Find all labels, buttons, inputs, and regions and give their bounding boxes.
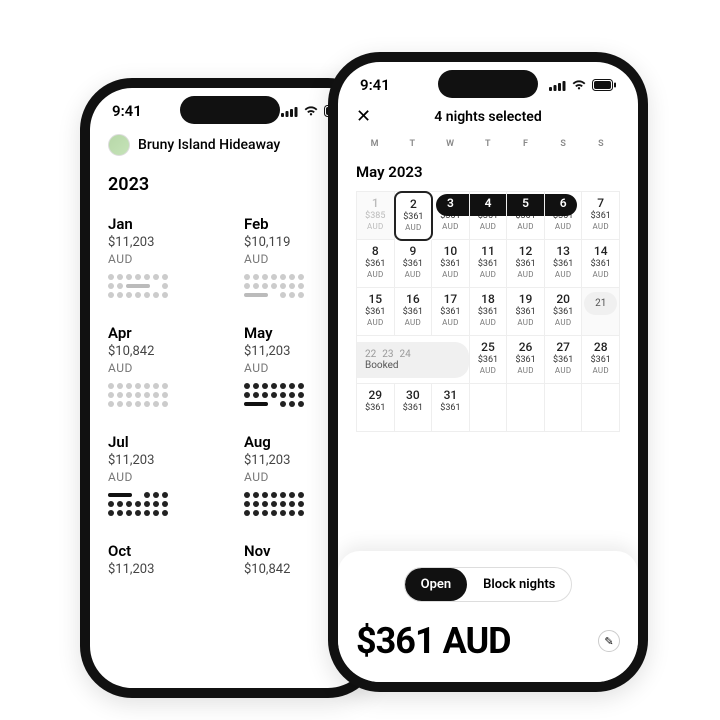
day-cell[interactable]: 29$361 [357,384,395,432]
day-cell [470,384,508,432]
day-cell[interactable]: 18$361AUD [470,288,508,336]
status-indicators [549,79,616,91]
day-cell[interactable]: 27$361AUD [545,336,583,384]
month-name: Oct [108,542,216,560]
booked-span[interactable]: 222324Booked [357,336,470,384]
month-cell[interactable]: Jul $11,203 AUD [108,433,216,516]
day-cell[interactable]: 12$361AUD [507,240,545,288]
day-cell[interactable]: 14$361AUD [582,240,620,288]
day-of-week-row: M T W T F S S [356,135,620,157]
listing-header[interactable]: Bruny Island Hideaway [108,120,352,174]
day-cell-selected[interactable]: 6$361AUD [545,192,583,240]
months-grid: Jan $11,203 AUD Feb $10,119 AUD [108,215,352,577]
open-button[interactable]: Open [405,568,468,601]
block-nights-button[interactable]: Block nights [467,568,571,601]
listing-avatar [108,134,130,156]
dow: T [469,139,507,149]
day-cell[interactable]: 7$361AUD [582,192,620,240]
day-cell[interactable]: 10$361AUD [432,240,470,288]
pencil-icon[interactable]: ✎ [598,630,620,652]
month-name: Jul [108,433,216,451]
dynamic-island [180,96,280,124]
day-cell[interactable]: 15$361AUD [357,288,395,336]
day-pill: 21 [584,292,617,315]
status-time: 9:41 [112,102,142,120]
month-mini-cal [108,492,216,516]
day-cell[interactable]: 1$385AUD [357,192,395,240]
calendar-grid: 1$385AUD 2$361AUD 3$361AUD 4$361AUD 5$36… [356,191,620,432]
day-cell-selected[interactable]: 3$361AUD [432,192,470,240]
day-cell-selected[interactable]: 4$361AUD [470,192,508,240]
price-amount: $361 AUD [356,620,511,662]
day-cell[interactable]: 19$361AUD [507,288,545,336]
day-cell[interactable]: 20$361AUD [545,288,583,336]
dow: S [545,139,583,149]
cellular-icon [549,80,566,91]
wifi-icon [571,80,587,91]
availability-toggle: Open Block nights [404,567,573,602]
price-row: $361 AUD ✎ [356,620,620,662]
day-cell[interactable]: 8$361AUD [357,240,395,288]
month-cell[interactable]: Jan $11,203 AUD [108,215,216,298]
day-cell[interactable]: 9$361AUD [395,240,433,288]
day-cell[interactable]: 26$361AUD [507,336,545,384]
day-cell[interactable]: 2$361AUD [394,191,434,241]
month-amount: $11,203 [108,562,216,577]
dow: W [431,139,469,149]
month-cell[interactable]: Apr $10,842 AUD [108,324,216,407]
month-name: Apr [108,324,216,342]
dynamic-island [438,70,538,98]
day-cell [582,384,620,432]
month-currency: AUD [108,252,216,266]
day-cell[interactable]: 31$361 [432,384,470,432]
dow: M [356,139,394,149]
day-cell[interactable]: 13$361AUD [545,240,583,288]
month-amount: $11,203 [108,235,216,250]
year-heading: 2023 [108,174,352,195]
price-sheet: Open Block nights $361 AUD ✎ [338,551,638,682]
month-currency: AUD [108,470,216,484]
wifi-icon [303,106,319,117]
dow: T [394,139,432,149]
day-cell [545,384,583,432]
battery-icon [592,79,616,91]
month-mini-cal [108,383,216,407]
month-amount: $10,842 [108,344,216,359]
cellular-icon [281,106,298,117]
status-time: 9:41 [360,76,390,94]
calendar-header: ✕ 4 nights selected [356,94,620,135]
day-cell[interactable]: 30$361 [395,384,433,432]
dow: S [582,139,620,149]
day-cell[interactable]: 16$361AUD [395,288,433,336]
day-cell[interactable]: 28$361AUD [582,336,620,384]
month-amount: $11,203 [108,453,216,468]
dow: F [507,139,545,149]
month-label: May 2023 [356,163,620,181]
day-cell[interactable]: 17$361AUD [432,288,470,336]
day-cell[interactable]: 11$361AUD [470,240,508,288]
month-name: Jan [108,215,216,233]
phone-calendar-view: 9:41 ✕ 4 nights selected M T W T F S S M… [328,52,648,692]
close-icon[interactable]: ✕ [356,106,380,127]
day-cell[interactable]: 21 [582,288,620,336]
day-cell-selected[interactable]: 5$361AUD [507,192,545,240]
month-cell[interactable]: Oct $11,203 [108,542,216,577]
booked-label: Booked [365,360,399,371]
month-mini-cal [108,274,216,298]
month-currency: AUD [108,361,216,375]
day-cell[interactable]: 25$361AUD [470,336,508,384]
selection-title: 4 nights selected [380,109,596,125]
day-cell [507,384,545,432]
listing-name: Bruny Island Hideaway [138,137,280,153]
